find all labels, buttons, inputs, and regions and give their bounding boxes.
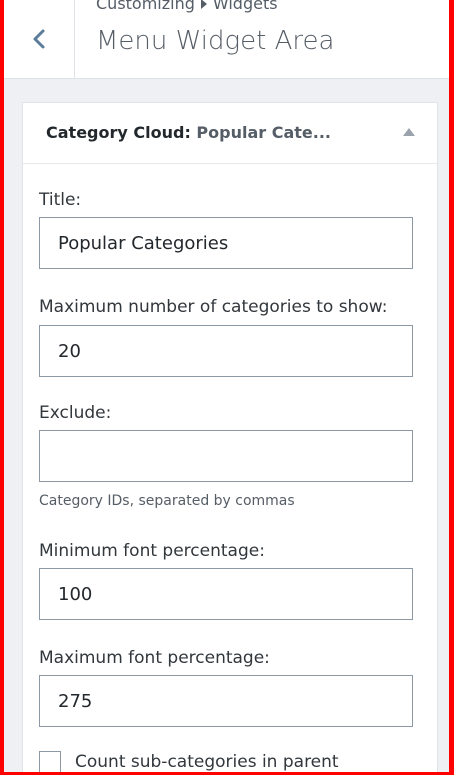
count-sub-categories-row[interactable]: Count sub-categories in parent <box>39 751 339 772</box>
widget-header[interactable]: Category Cloud: Popular Cate... <box>23 103 437 164</box>
collapse-arrow-icon[interactable] <box>403 128 415 136</box>
widget-name: Category Cloud: <box>46 123 191 142</box>
chevron-left-icon <box>33 29 45 49</box>
exclude-input[interactable] <box>39 430 413 482</box>
count-sub-categories-label: Count sub-categories in parent <box>75 752 339 772</box>
exclude-label: Exclude: <box>39 403 112 423</box>
max-categories-input[interactable] <box>39 325 413 377</box>
max-categories-label: Maximum number of categories to show: <box>39 297 388 317</box>
max-font-label: Maximum font percentage: <box>39 648 270 668</box>
min-font-label: Minimum font percentage: <box>39 541 265 561</box>
breadcrumb: Customizing Widgets <box>96 0 278 13</box>
back-button[interactable] <box>4 0 75 78</box>
customizer-panel: Customizing Widgets Menu Widget Area Cat… <box>4 0 449 772</box>
breadcrumb-parent: Customizing <box>96 0 195 13</box>
customizer-header: Customizing Widgets Menu Widget Area <box>4 0 449 79</box>
breadcrumb-child: Widgets <box>212 0 278 13</box>
max-font-input[interactable] <box>39 675 413 727</box>
page-title: Menu Widget Area <box>96 26 335 56</box>
category-cloud-widget: Category Cloud: Popular Cate... Title: M… <box>22 102 438 772</box>
caret-right-icon <box>200 0 207 9</box>
count-sub-categories-checkbox[interactable] <box>39 751 61 772</box>
widget-instance-title: Popular Cate... <box>196 123 331 142</box>
title-input[interactable] <box>39 217 413 269</box>
exclude-hint: Category IDs, separated by commas <box>39 493 295 509</box>
title-label: Title: <box>39 190 82 210</box>
widget-title: Category Cloud: Popular Cate... <box>46 123 331 142</box>
min-font-input[interactable] <box>39 568 413 620</box>
